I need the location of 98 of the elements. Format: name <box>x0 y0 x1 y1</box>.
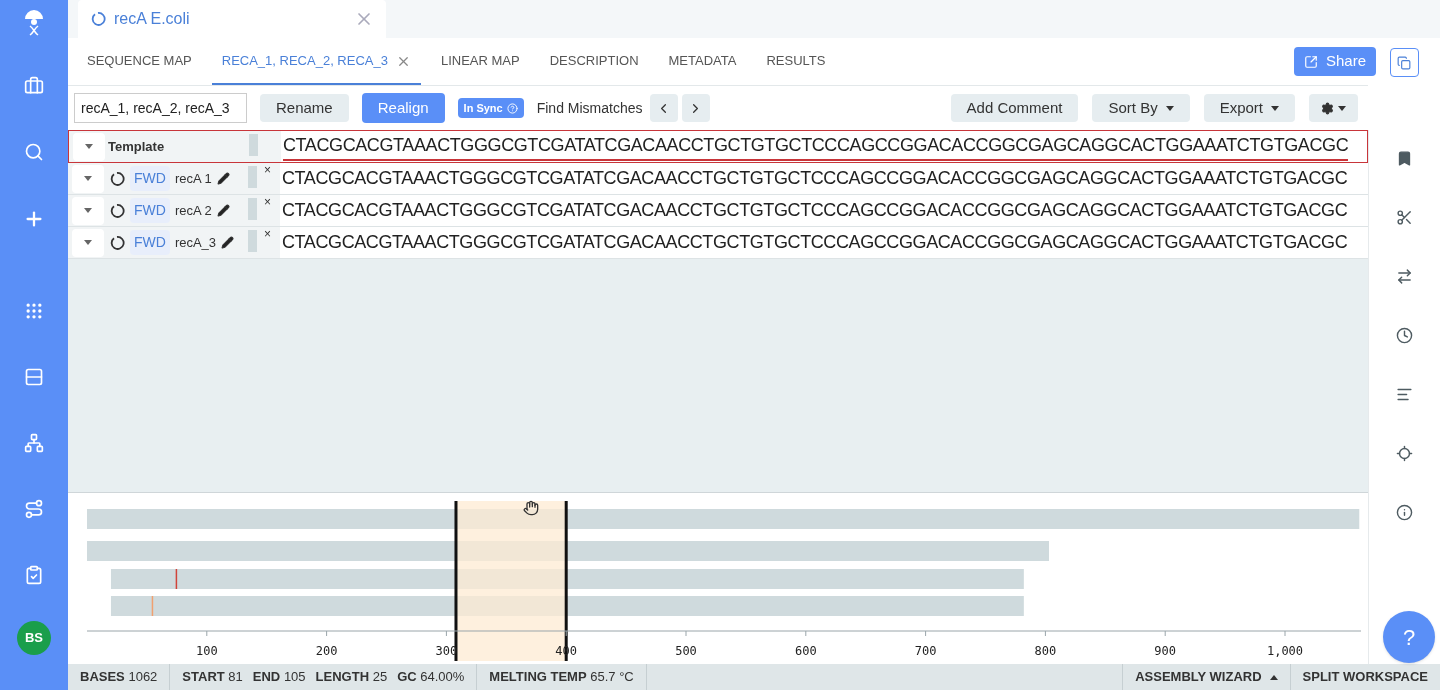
next-mismatch-button[interactable] <box>681 94 710 122</box>
status-field: BASES 1062 <box>80 667 158 687</box>
caret-icon <box>1338 105 1346 111</box>
help-icon[interactable] <box>506 102 518 114</box>
caret-icon <box>85 144 93 149</box>
hand-cursor-icon <box>523 500 539 516</box>
sort-by-button[interactable]: Sort By <box>1092 94 1190 122</box>
document-title: recA E.coli <box>114 9 190 29</box>
direction-tag: FWD <box>130 230 170 255</box>
caret-up-icon <box>1269 674 1278 680</box>
swap-arrows-icon[interactable] <box>1396 268 1413 285</box>
status-field: GC 64.00% <box>397 667 465 687</box>
remove-row-button[interactable]: × <box>264 164 271 176</box>
logo-icon[interactable] <box>22 8 46 38</box>
status-field: MELTING TEMP 65.7 °C <box>489 667 634 687</box>
view-tab[interactable]: DESCRIPTION <box>539 39 649 85</box>
settings-icon <box>1321 101 1334 115</box>
alignment-row[interactable]: FWD recA 1 × CTACGCACGTAAACTGGGCGTCGATATCGACAACCTGCTGTGCTCCCAGCCGGACACCGGCGAGCAGGCACTGGAAATCTGTGACGC <box>68 163 1368 195</box>
axis-tick-label: 900 <box>1154 644 1177 658</box>
axis-tick-label: 1,000 <box>1266 644 1304 658</box>
edit-icon[interactable] <box>216 172 230 185</box>
align-left-icon[interactable] <box>1396 386 1413 403</box>
row-quality-bar <box>248 230 257 252</box>
view-tab[interactable]: RESULTS <box>756 39 836 85</box>
circular-sequence-icon <box>90 11 106 27</box>
export-button[interactable]: Export <box>1203 94 1295 122</box>
axis-tick-label: 700 <box>914 644 937 658</box>
settings-button[interactable] <box>1309 94 1358 122</box>
alignment-row[interactable]: FWD recA 2 × CTACGCACGTAAACTGGGCGTCGATATCGACAACCTGCTGTGCTCCCAGCCGGACACCGGCGAGCAGGCACTGGAAATCTGTGACGC <box>68 195 1368 227</box>
circular-sequence-icon <box>109 170 125 187</box>
axis-tick-label: 200 <box>315 644 338 658</box>
scissors-icon[interactable] <box>1396 209 1413 226</box>
clipboard-check-icon[interactable] <box>24 565 44 585</box>
remove-row-button[interactable]: × <box>264 196 271 208</box>
caret-icon <box>1271 105 1279 111</box>
circular-sequence-icon <box>109 202 125 219</box>
panel-icon[interactable] <box>24 367 44 387</box>
view-tab[interactable]: METADATA <box>658 39 747 85</box>
view-tab[interactable]: SEQUENCE MAP <box>77 39 202 85</box>
hierarchy-icon[interactable] <box>24 433 44 453</box>
mismatch-marker <box>151 596 154 616</box>
search-icon[interactable] <box>24 142 44 162</box>
mismatch-marker <box>175 569 178 589</box>
row-quality-bar <box>248 166 257 188</box>
info-icon[interactable] <box>1396 504 1413 521</box>
caret-icon <box>1165 105 1174 111</box>
row-label: Template <box>108 137 165 156</box>
edit-icon[interactable] <box>216 204 230 217</box>
crosshair-icon[interactable] <box>1396 445 1413 462</box>
view-tab[interactable]: RECA_1, RECA_2, RECA_3 <box>211 39 421 85</box>
row-label: recA 2 <box>174 201 212 220</box>
axis-tick-label: 800 <box>1034 644 1057 658</box>
axis-tick-label: 600 <box>794 644 817 658</box>
direction-tag: FWD <box>130 198 170 223</box>
row-quality-bar <box>248 198 257 220</box>
briefcase-icon[interactable] <box>24 76 44 96</box>
add-comment-button[interactable]: Add Comment <box>950 94 1079 122</box>
view-tab[interactable]: LINEAR MAP <box>430 39 530 85</box>
row-quality-bar <box>249 134 258 156</box>
alignment-row[interactable]: FWD recA_3 × CTACGCACGTAAACTGGGCGTCGATATCGACAACCTGCTGTGCTCCCAGCCGGACACCGGCGAGCAGGCACTGGAAATCTGTGACGC <box>68 227 1368 259</box>
direction-tag: FWD <box>130 166 170 191</box>
row-menu-button[interactable] <box>72 228 104 257</box>
status-field: LENGTH 25 <box>315 667 388 687</box>
edit-icon[interactable] <box>221 236 235 249</box>
caret-icon <box>84 208 92 213</box>
assembly-wizard-button[interactable]: ASSEMBLY WIZARD <box>1122 664 1290 690</box>
caret-icon <box>84 176 92 181</box>
row-label: recA 1 <box>174 169 212 188</box>
duplicate-button[interactable] <box>1389 48 1419 77</box>
status-field: START 81 <box>182 667 243 687</box>
external-link-icon <box>1303 54 1318 69</box>
caret-icon <box>84 240 92 245</box>
axis-tick-label: 500 <box>675 644 697 658</box>
axis-tick-label: 100 <box>195 644 218 658</box>
document-tab[interactable]: recA E.coli <box>78 0 386 38</box>
circular-sequence-icon <box>109 234 125 251</box>
row-menu-button[interactable] <box>73 132 105 161</box>
row-menu-button[interactable] <box>72 164 104 193</box>
previous-mismatch-button[interactable] <box>649 94 678 122</box>
split-workspace-button[interactable]: SPLIT WORKSPACE <box>1289 664 1440 690</box>
find-mismatches-label: Find Mismatches <box>536 98 643 118</box>
row-label: recA_3 <box>174 233 217 252</box>
rename-button[interactable]: Rename <box>260 94 349 122</box>
alignment-row[interactable]: Template CTACGCACGTAAACTGGGCGTCGATATCGACAACCTGCTGTGCTCCCAGCCGGACACCGGCGAGCAGGCACTGGAAATCTGTGACGC <box>68 130 1368 163</box>
sequence-text: CTACGCACGTAAACTGGGCGTCGATATCGACAACCTGCTGTGCTCCCAGCCGGACACCGGCGAGCAGGCACTGGAAATCTGTGACGC <box>282 231 1348 254</box>
sequence-text: CTACGCACGTAAACTGGGCGTCGATATCGACAACCTGCTGTGCTCCCAGCCGGACACCGGCGAGCAGGCACTGGAAATCTGTGACGC <box>282 199 1348 222</box>
clock-icon[interactable] <box>1396 327 1413 344</box>
copy-icon <box>1397 55 1411 70</box>
remove-row-button[interactable]: × <box>264 228 271 240</box>
row-menu-button[interactable] <box>72 196 104 225</box>
sequence-text: CTACGCACGTAAACTGGGCGTCGATATCGACAACCTGCTGTGCTCCCAGCCGGACACCGGCGAGCAGGCACTGGAAATCTGTGACGC <box>282 167 1348 190</box>
status-field: END 105 <box>252 667 306 687</box>
alignment-name-field[interactable]: recA_1, recA_2, recA_3 <box>74 93 247 123</box>
route-icon[interactable] <box>24 499 44 519</box>
grid-icon[interactable] <box>24 301 44 321</box>
sync-badge: In Sync <box>457 98 524 118</box>
bookmark-icon[interactable] <box>1396 150 1413 167</box>
sequence-text: CTACGCACGTAAACTGGGCGTCGATATCGACAACCTGCTGTGCTCCCAGCCGGACACCGGCGAGCAGGCACTGGAAATCTGTGACGC <box>283 132 1349 161</box>
